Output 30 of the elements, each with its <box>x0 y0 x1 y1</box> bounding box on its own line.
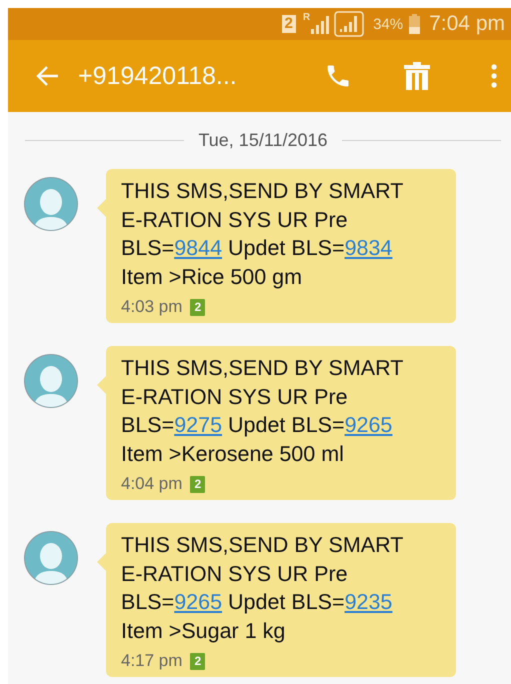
contact-avatar-icon <box>22 354 80 408</box>
number-link[interactable]: 9265 <box>174 590 222 614</box>
message-time: 4:03 pm <box>121 297 182 317</box>
number-link[interactable]: 9834 <box>344 236 392 260</box>
date-divider: Tue, 15/11/2016 <box>198 130 328 151</box>
sim-badge: 2 <box>190 652 206 670</box>
contact-avatar-icon <box>22 531 80 585</box>
message-text: THIS SMS,SEND BY SMART E-RATION SYS UR Pre BLS=9275 Updet BLS=9265 Item >Kerosene 500 ml <box>121 355 404 468</box>
message-text: THIS SMS,SEND BY SMART E-RATION SYS UR Pre BLS=9844 Updet BLS=9834 Item >Rice 500 gm <box>121 178 404 290</box>
sim-badge: 2 <box>190 298 206 316</box>
number-link[interactable]: 9265 <box>344 413 392 437</box>
number-link[interactable]: 9275 <box>174 413 222 437</box>
sim-badge: 2 <box>190 476 206 492</box>
signal-icon <box>309 14 332 34</box>
message-text: THIS SMS,SEND BY SMART E-RATION SYS UR Pre BLS=9265 Updet BLS=9235 Item >Sugar 1 kg <box>121 532 404 644</box>
sim-badge: 2 <box>282 15 296 33</box>
message-time: 4:17 pm <box>121 651 182 671</box>
battery-icon <box>409 14 420 34</box>
message-time: 4:04 pm <box>121 474 182 494</box>
number-link[interactable]: 9235 <box>344 590 392 614</box>
roaming-indicator: R <box>302 12 310 23</box>
trash-icon[interactable] <box>404 62 430 90</box>
clock: 7:04 pm <box>429 12 505 36</box>
number-link[interactable]: 9844 <box>174 236 222 260</box>
contact-avatar-icon <box>22 177 80 231</box>
battery-percent: 34% <box>373 16 404 32</box>
contact-number: +919420118... <box>78 62 238 90</box>
back-icon[interactable] <box>36 65 60 87</box>
signal-icon <box>334 11 364 37</box>
more-options-icon[interactable] <box>491 64 497 88</box>
